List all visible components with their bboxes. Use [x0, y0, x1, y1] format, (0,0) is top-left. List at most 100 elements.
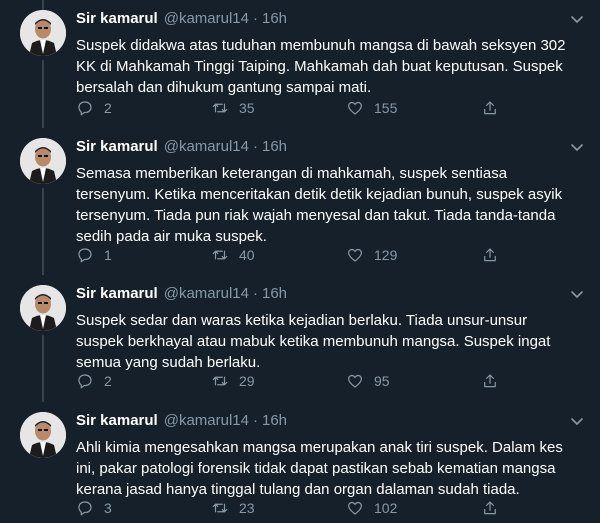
- retweet-icon: [212, 103, 228, 113]
- avatar-image: [20, 138, 66, 184]
- separator-dot: ·: [252, 10, 258, 27]
- retweet-count: 29: [239, 373, 255, 389]
- author-handle[interactable]: @kamarul14: [164, 412, 249, 429]
- separator-dot: ·: [252, 285, 258, 302]
- tweet-text-line: bersalah dan dihukum gantung sampai mati…: [76, 79, 372, 96]
- share-button[interactable]: [481, 498, 499, 518]
- like-button[interactable]: 129: [346, 245, 397, 265]
- reply-icon: [78, 374, 92, 389]
- reply-count: 2: [104, 100, 112, 116]
- chevron-down-icon[interactable]: [570, 287, 584, 301]
- like-icon: [348, 501, 362, 515]
- tweet-actions: 2 35 155: [76, 98, 586, 118]
- tweet[interactable]: Sir kamarul @kamarul14 · 16h Semasa memberi…: [0, 0, 600, 275]
- avatar-image: [20, 10, 66, 56]
- reply-icon: [78, 101, 92, 116]
- like-button[interactable]: 155: [346, 98, 397, 118]
- tweet-text-line: tersenyum. Tiada pun riak wajah menyesal…: [76, 207, 556, 224]
- like-icon: [348, 248, 362, 262]
- like-button[interactable]: 95: [346, 371, 390, 391]
- tweet-time[interactable]: 16h: [262, 412, 287, 429]
- retweet-icon: [212, 503, 228, 513]
- like-count: 95: [374, 373, 390, 389]
- separator-dot: ·: [252, 138, 258, 155]
- tweet-time[interactable]: 16h: [262, 138, 287, 155]
- author-handle[interactable]: @kamarul14: [164, 10, 249, 27]
- tweet-text-line: Suspek didakwa atas tuduhan membunuh man…: [76, 37, 566, 54]
- share-button[interactable]: [481, 371, 499, 391]
- tweet-text-line: tersenyum. Ketika menceritakan detik det…: [76, 186, 563, 203]
- tweet-header: Sir kamarul @kamarul14 · 16h: [76, 10, 287, 28]
- retweet-button[interactable]: 40: [211, 245, 255, 265]
- like-count: 155: [374, 100, 398, 116]
- thread-line: [42, 335, 44, 402]
- author-handle[interactable]: @kamarul14: [164, 285, 249, 302]
- chevron-down-icon[interactable]: [570, 414, 584, 428]
- retweet-button[interactable]: 23: [211, 498, 255, 518]
- author-handle[interactable]: @kamarul14: [164, 138, 249, 155]
- retweet-button[interactable]: 29: [211, 371, 255, 391]
- avatar[interactable]: [20, 285, 66, 331]
- tweet-text: Semasa memberikan keterangan di mahkamah…: [76, 163, 586, 247]
- avatar-image: [20, 285, 66, 331]
- reply-button[interactable]: 1: [76, 245, 112, 265]
- tweet-actions: 2 29 95: [76, 371, 586, 391]
- reply-count: 3: [104, 500, 112, 516]
- avatar-image: [20, 412, 66, 458]
- reply-button[interactable]: 2: [76, 371, 112, 391]
- tweet-actions: 3 23 102: [76, 498, 586, 518]
- share-icon: [484, 501, 496, 515]
- tweet[interactable]: Sir kamarul @kamarul14 · 16h Ahli kimia men…: [0, 402, 600, 523]
- tweet-text-line: kerana jasad hanya tinggal tulang dan or…: [76, 481, 520, 498]
- tweet-text-line: ini, pakar patologi forensik tidak dapat…: [76, 460, 556, 477]
- tweet-text-line: Suspek sedar dan waras ketika kejadian b…: [76, 312, 528, 329]
- share-button[interactable]: [481, 245, 499, 265]
- share-icon: [484, 101, 496, 115]
- author-name[interactable]: Sir kamarul: [76, 10, 158, 27]
- tweet-time[interactable]: 16h: [262, 285, 287, 302]
- share-icon: [484, 374, 496, 388]
- reply-count: 1: [104, 247, 112, 263]
- tweet[interactable]: Sir kamarul @kamarul14 · 16h Suspek didakwa…: [0, 0, 600, 128]
- avatar[interactable]: [20, 412, 66, 458]
- tweet-text: Ahli kimia mengesahkan mangsa merupakan …: [76, 437, 586, 500]
- like-button[interactable]: 102: [346, 498, 397, 518]
- author-name[interactable]: Sir kamarul: [76, 138, 158, 155]
- like-count: 102: [374, 500, 398, 516]
- tweet-text-line: Ahli kimia mengesahkan mangsa merupakan …: [76, 439, 563, 456]
- like-icon: [348, 101, 362, 115]
- tweet-text: Suspek sedar dan waras ketika kejadian b…: [76, 310, 586, 373]
- chevron-down-icon[interactable]: [570, 12, 584, 26]
- tweet[interactable]: Sir kamarul @kamarul14 · 16h Suspek sedar d…: [0, 275, 600, 402]
- share-button[interactable]: [481, 98, 499, 118]
- retweet-count: 23: [239, 500, 255, 516]
- tweet-actions: 1 40 129: [76, 245, 586, 265]
- reply-button[interactable]: 2: [76, 98, 112, 118]
- tweet-text-line: Semasa memberikan keterangan di mahkamah…: [76, 165, 508, 182]
- tweet-text-line: KK di Mahkamah Tinggi Taiping. Mahkamah …: [76, 58, 563, 75]
- reply-button[interactable]: 3: [76, 498, 112, 518]
- thread-line: [42, 0, 44, 10]
- author-name[interactable]: Sir kamarul: [76, 412, 158, 429]
- thread-line: [42, 188, 44, 275]
- like-icon: [348, 374, 362, 388]
- share-icon: [484, 248, 496, 262]
- tweet-text: Suspek didakwa atas tuduhan membunuh man…: [76, 35, 586, 98]
- retweet-count: 35: [239, 100, 255, 116]
- timeline: Sir kamarul @kamarul14 · 16h Suspek didakwa…: [0, 0, 600, 523]
- retweet-button[interactable]: 35: [211, 98, 255, 118]
- avatar[interactable]: [20, 10, 66, 56]
- tweet-header: Sir kamarul @kamarul14 · 16h: [76, 285, 287, 303]
- separator-dot: ·: [252, 412, 258, 429]
- avatar[interactable]: [20, 138, 66, 184]
- author-name[interactable]: Sir kamarul: [76, 285, 158, 302]
- reply-count: 2: [104, 373, 112, 389]
- chevron-down-icon[interactable]: [570, 140, 584, 154]
- retweet-icon: [212, 250, 228, 260]
- retweet-icon: [212, 376, 228, 386]
- retweet-count: 40: [239, 247, 255, 263]
- reply-icon: [78, 248, 92, 263]
- reply-icon: [78, 501, 92, 516]
- tweet-header: Sir kamarul @kamarul14 · 16h: [76, 138, 287, 156]
- tweet-time[interactable]: 16h: [262, 10, 287, 27]
